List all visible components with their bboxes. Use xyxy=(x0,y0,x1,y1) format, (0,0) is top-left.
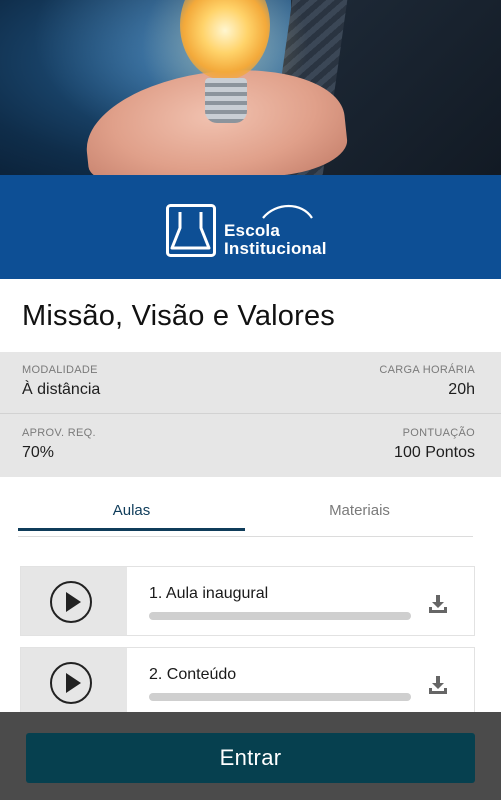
course-title: Missão, Visão e Valores xyxy=(22,300,336,332)
play-circle-icon[interactable] xyxy=(50,662,92,704)
tab-aulas[interactable]: Aulas xyxy=(18,495,245,537)
logo-line-1: Escola xyxy=(224,221,281,240)
lesson-item[interactable]: 1. Aula inaugural xyxy=(20,566,475,636)
enter-button[interactable]: Entrar xyxy=(26,733,475,783)
course-info-panel: MODALIDADE À distância CARGA HORÁRIA 20h… xyxy=(0,352,501,477)
pontuacao-value: 100 Pontos xyxy=(394,444,475,461)
aprov-req-label: APROV. REQ. xyxy=(22,427,96,439)
lesson-progress-bar xyxy=(149,612,411,620)
content-tabs: Aulas Materiais xyxy=(18,495,473,537)
logo-text: Escola Institucional xyxy=(224,222,327,258)
modalidade-label: MODALIDADE xyxy=(22,364,98,376)
download-icon[interactable] xyxy=(427,674,449,696)
lesson-title: 2. Conteúdo xyxy=(149,666,237,683)
download-icon[interactable] xyxy=(427,593,449,615)
info-divider xyxy=(0,413,501,414)
bottom-action-bar: Entrar xyxy=(0,712,501,800)
pontuacao-field: PONTUAÇÃO 100 Pontos xyxy=(394,427,475,462)
lesson-thumbnail xyxy=(21,648,127,716)
lesson-progress-bar xyxy=(149,693,411,701)
aprov-req-value: 70% xyxy=(22,444,55,461)
aprov-req-field: APROV. REQ. 70% xyxy=(22,427,96,462)
tab-materiais[interactable]: Materiais xyxy=(246,495,473,537)
carga-horaria-field: CARGA HORÁRIA 20h xyxy=(379,364,475,399)
lesson-title: 1. Aula inaugural xyxy=(149,585,269,602)
modalidade-field: MODALIDADE À distância xyxy=(22,364,100,399)
lesson-thumbnail xyxy=(21,567,127,635)
carga-horaria-label: CARGA HORÁRIA xyxy=(379,364,475,376)
modalidade-value: À distância xyxy=(22,381,101,398)
logo-line-2: Institucional xyxy=(224,239,327,258)
lesson-item[interactable]: 2. Conteúdo xyxy=(20,647,475,717)
carga-horaria-value: 20h xyxy=(448,381,475,398)
course-hero-image xyxy=(0,0,501,175)
play-circle-icon[interactable] xyxy=(50,581,92,623)
pontuacao-label: PONTUAÇÃO xyxy=(402,427,475,439)
